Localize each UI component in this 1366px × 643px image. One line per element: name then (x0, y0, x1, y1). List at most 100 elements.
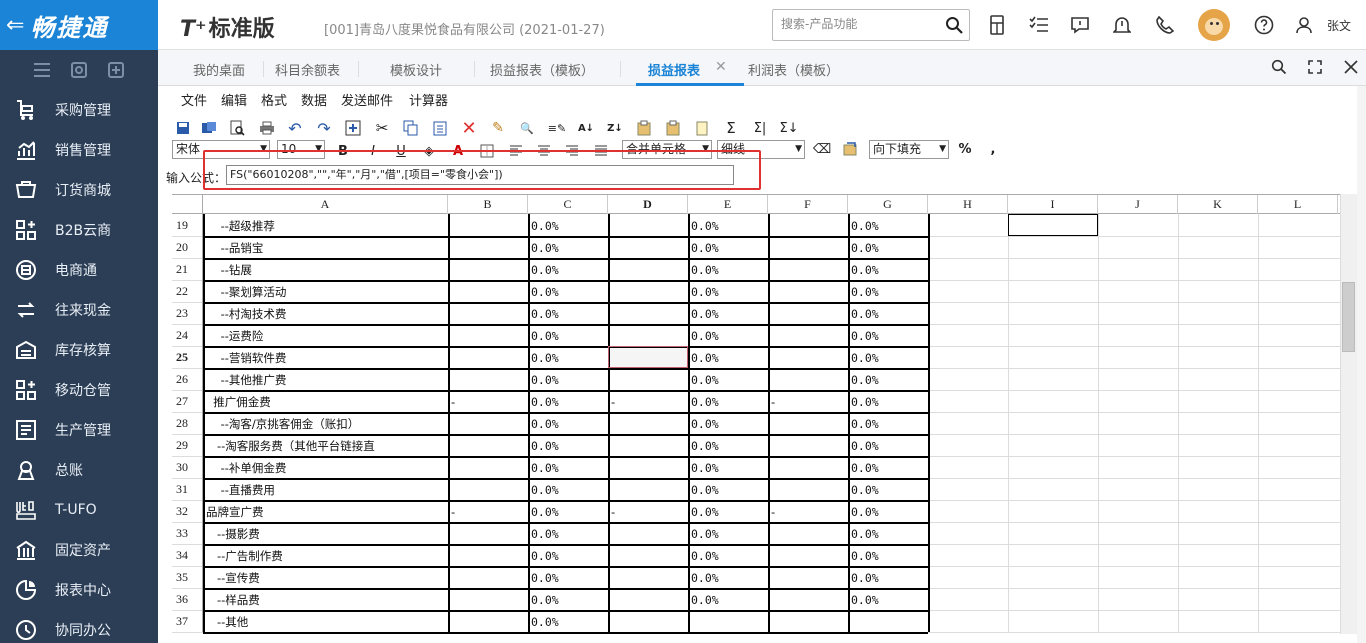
cell-e-32[interactable]: 0.0% (691, 501, 766, 522)
cell-b-33[interactable] (451, 523, 526, 544)
cell-f-28[interactable] (771, 413, 846, 434)
cell-e-22[interactable]: 0.0% (691, 281, 766, 302)
row-header[interactable]: 33 (172, 522, 203, 544)
cell-d-30[interactable] (611, 457, 686, 478)
cut-icon[interactable]: ✂ (373, 119, 391, 137)
cell-c-33[interactable]: 0.0% (531, 523, 606, 544)
cell-f-34[interactable] (771, 545, 846, 566)
column-header-b[interactable]: B (448, 195, 528, 214)
cell-c-20[interactable]: 0.0% (531, 237, 606, 258)
sidebar-item-14[interactable]: 协同办公 (0, 610, 158, 643)
user-icon[interactable] (1293, 14, 1315, 36)
cell-b-21[interactable] (451, 259, 526, 280)
tab-desktop[interactable]: 我的桌面 (193, 60, 245, 79)
row-header[interactable]: 32 (172, 500, 203, 522)
select-all-corner[interactable] (172, 195, 203, 214)
cell-g-34[interactable]: 0.0% (851, 545, 926, 566)
cell-d-19[interactable] (611, 215, 686, 236)
cell-a-36[interactable]: --样品费 (206, 589, 446, 610)
cell-b-30[interactable] (451, 457, 526, 478)
cell-d-28[interactable] (611, 413, 686, 434)
cell-g-19[interactable]: 0.0% (851, 215, 926, 236)
cell-a-35[interactable]: --宣传费 (206, 567, 446, 588)
cell-e-30[interactable]: 0.0% (691, 457, 766, 478)
cell-b-34[interactable] (451, 545, 526, 566)
cell-f-30[interactable] (771, 457, 846, 478)
cell-d-35[interactable] (611, 567, 686, 588)
cell-b-36[interactable] (451, 589, 526, 610)
column-header-i[interactable]: I (1008, 195, 1098, 214)
cell-b-27[interactable]: - (451, 391, 526, 412)
cell-e-26[interactable]: 0.0% (691, 369, 766, 390)
cell-c-35[interactable]: 0.0% (531, 567, 606, 588)
menu-format[interactable]: 格式 (261, 90, 287, 109)
cell-a-24[interactable]: --运费险 (206, 325, 446, 346)
cell-b-23[interactable] (451, 303, 526, 324)
cell-e-36[interactable]: 0.0% (691, 589, 766, 610)
cell-b-26[interactable] (451, 369, 526, 390)
copy-icon[interactable] (402, 119, 420, 137)
cell-c-32[interactable]: 0.0% (531, 501, 606, 522)
cell-e-35[interactable]: 0.0% (691, 567, 766, 588)
sidebar-item-4[interactable]: B2B云商 (0, 210, 158, 250)
redo-icon[interactable]: ↷ (315, 119, 333, 138)
cell-f-23[interactable] (771, 303, 846, 324)
cell-g-30[interactable]: 0.0% (851, 457, 926, 478)
row-header[interactable]: 24 (172, 324, 203, 346)
print-preview-icon[interactable] (228, 119, 246, 137)
cell-c-28[interactable]: 0.0% (531, 413, 606, 434)
cell-a-32[interactable]: 品牌宣广费 (206, 501, 446, 522)
cell-c-22[interactable]: 0.0% (531, 281, 606, 302)
cell-a-26[interactable]: --其他推广费 (206, 369, 446, 390)
add-icon[interactable] (107, 61, 125, 79)
row-header[interactable]: 22 (172, 280, 203, 302)
cell-d-36[interactable] (611, 589, 686, 610)
paste-icon[interactable] (431, 119, 449, 137)
cell-e-28[interactable]: 0.0% (691, 413, 766, 434)
cell-a-27[interactable]: 推广佣金费 (206, 391, 446, 412)
cell-f-24[interactable] (771, 325, 846, 346)
menu-icon[interactable] (33, 62, 51, 78)
cell-c-19[interactable]: 0.0% (531, 215, 606, 236)
sidebar-item-2[interactable]: 销售管理 (0, 130, 158, 170)
cell-b-22[interactable] (451, 281, 526, 302)
cell-c-30[interactable]: 0.0% (531, 457, 606, 478)
row-header[interactable]: 21 (172, 258, 203, 280)
cell-f-29[interactable] (771, 435, 846, 456)
sidebar-item-9[interactable]: 生产管理 (0, 410, 158, 450)
cell-g-22[interactable]: 0.0% (851, 281, 926, 302)
cell-g-21[interactable]: 0.0% (851, 259, 926, 280)
cell-f-37[interactable] (771, 611, 846, 632)
cell-c-23[interactable]: 0.0% (531, 303, 606, 324)
cell-g-35[interactable]: 0.0% (851, 567, 926, 588)
cell-g-32[interactable]: 0.0% (851, 501, 926, 522)
menu-send-mail[interactable]: 发送邮件 (341, 90, 393, 109)
cell-f-21[interactable] (771, 259, 846, 280)
username[interactable]: 张文 (1327, 17, 1351, 34)
cell-e-19[interactable]: 0.0% (691, 215, 766, 236)
vertical-scrollbar[interactable] (1340, 194, 1357, 634)
percent-button[interactable]: % (956, 140, 974, 158)
insert-sheet-icon[interactable] (693, 119, 711, 137)
cell-e-34[interactable]: 0.0% (691, 545, 766, 566)
sidebar-item-6[interactable]: 往来现金 (0, 290, 158, 330)
selected-cell[interactable] (608, 346, 688, 368)
cell-g-20[interactable]: 0.0% (851, 237, 926, 258)
cell-b-37[interactable] (451, 611, 526, 632)
cell-f-26[interactable] (771, 369, 846, 390)
cell-g-36[interactable]: 0.0% (851, 589, 926, 610)
search-icon[interactable] (945, 16, 963, 34)
column-header-e[interactable]: E (688, 195, 768, 214)
cell-a-37[interactable]: --其他 (206, 611, 446, 632)
sidebar-item-11[interactable]: T-UFO (0, 490, 158, 530)
cell-d-27[interactable]: - (611, 391, 686, 412)
menu-file[interactable]: 文件 (181, 90, 207, 109)
row-header[interactable]: 26 (172, 368, 203, 390)
scrollbar-thumb[interactable] (1342, 282, 1355, 352)
sidebar-item-5[interactable]: 电商通 (0, 250, 158, 290)
column-header-f[interactable]: F (768, 195, 848, 214)
cell-a-23[interactable]: --村淘技术费 (206, 303, 446, 324)
sidebar-item-1[interactable]: 采购管理 (0, 90, 158, 130)
tab-pl-report[interactable]: 损益报表 (648, 60, 700, 79)
close-tab-icon[interactable]: ✕ (715, 59, 727, 75)
